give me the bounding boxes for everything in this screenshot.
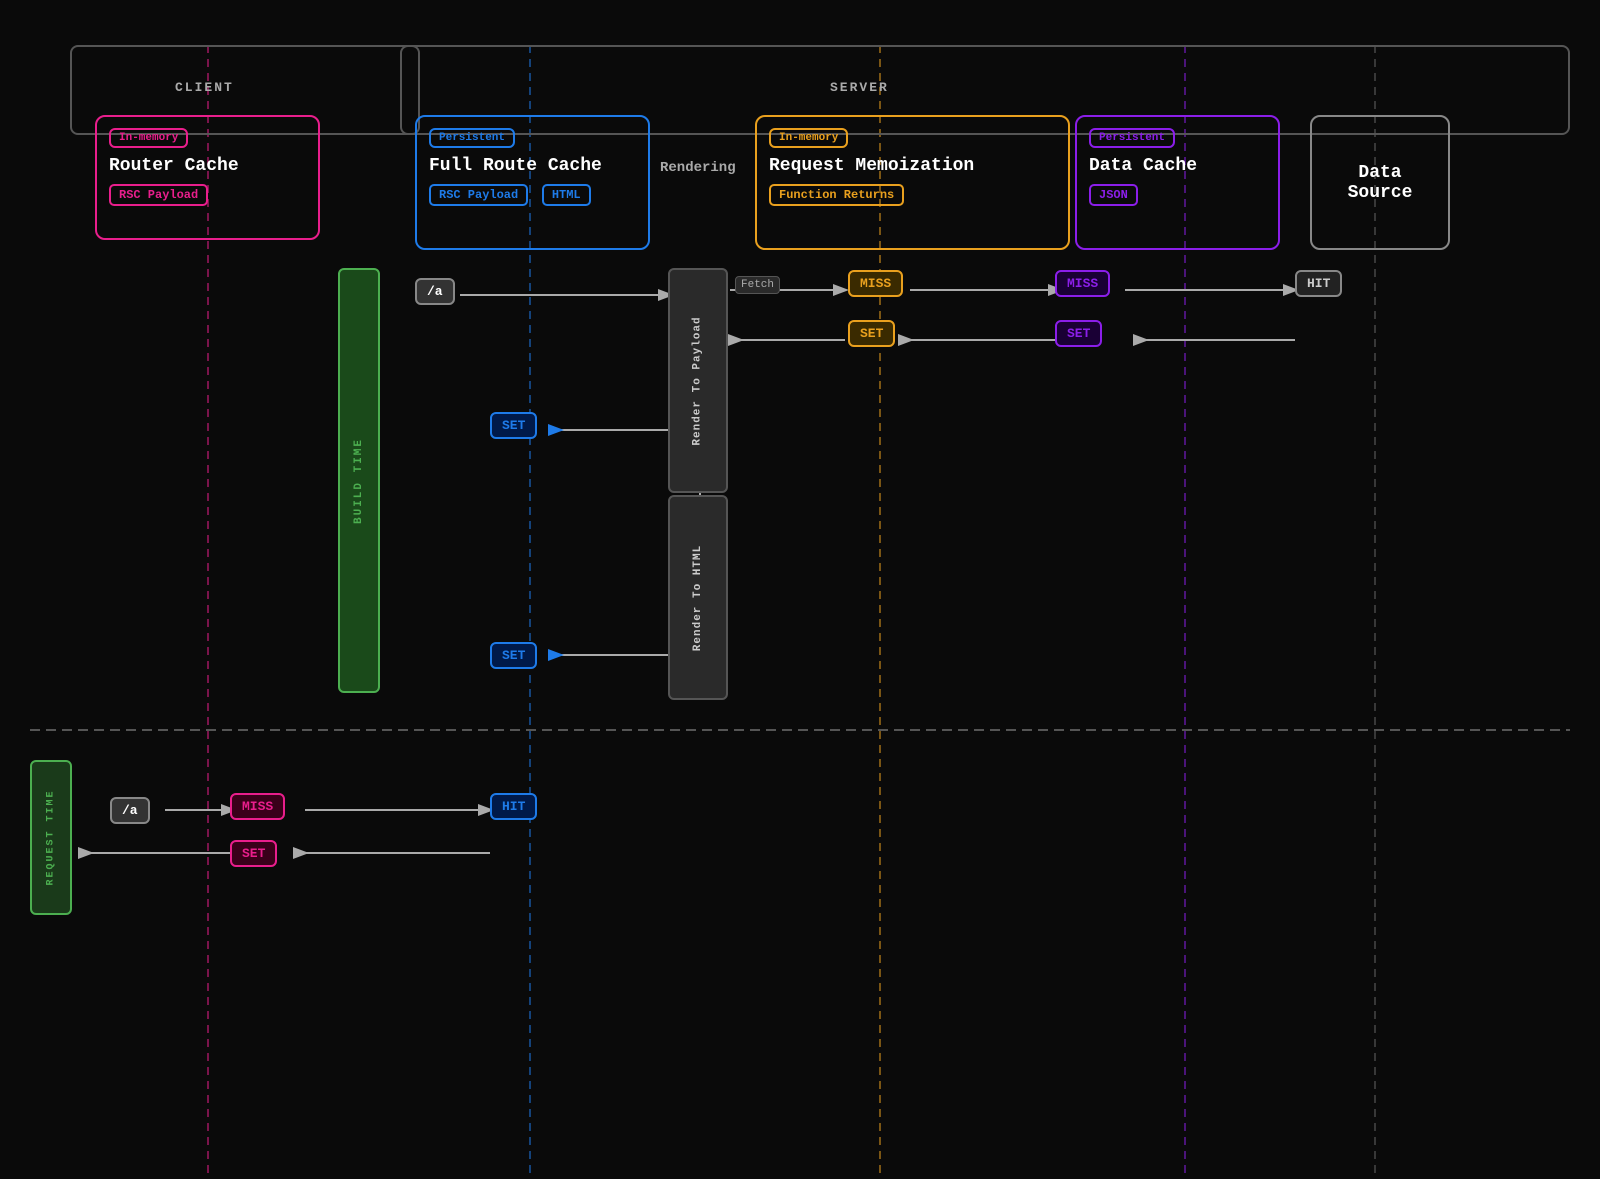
render-to-html-box: Render To HTML <box>668 495 728 700</box>
data-source-box: DataSource <box>1310 115 1450 250</box>
data-cache-box: Persistent Data Cache JSON <box>1075 115 1280 250</box>
request-time-label: REQUEST TIME <box>46 789 57 885</box>
build-time-label: BUILD TIME <box>353 437 365 523</box>
data-cache-title: Data Cache <box>1089 156 1266 176</box>
fetch-label: Fetch <box>735 276 780 294</box>
rsc-payload-badge-router: RSC Payload <box>109 184 208 206</box>
hit-fullroute-node: HIT <box>490 793 537 820</box>
data-source-title: DataSource <box>1348 163 1413 203</box>
full-route-cache-box: Persistent Full Route Cache RSC Payload … <box>415 115 650 250</box>
slash-a-build: /a <box>415 278 455 305</box>
html-badge: HTML <box>542 184 591 206</box>
miss-router-node: MISS <box>230 793 285 820</box>
build-time-bar: BUILD TIME <box>338 268 380 693</box>
miss-data-node: MISS <box>1055 270 1110 297</box>
render-to-payload-label: Render To Payload <box>692 316 704 445</box>
full-route-badge: Persistent <box>429 128 515 148</box>
set-memo-node: SET <box>848 320 895 347</box>
memo-badge: In-memory <box>769 128 848 148</box>
memo-title: Request Memoization <box>769 156 1056 176</box>
json-badge: JSON <box>1089 184 1138 206</box>
full-route-title: Full Route Cache <box>429 156 636 176</box>
request-time-bar: REQUEST TIME <box>30 760 72 915</box>
router-cache-box: In-memory Router Cache RSC Payload <box>95 115 320 240</box>
render-to-payload-box: Render To Payload <box>668 268 728 493</box>
server-label: SERVER <box>830 80 889 95</box>
client-label: CLIENT <box>175 80 234 95</box>
set-fullroute-rsc-node: SET <box>490 412 537 439</box>
router-cache-badge: In-memory <box>109 128 188 148</box>
set-data-node: SET <box>1055 320 1102 347</box>
router-cache-title: Router Cache <box>109 156 306 176</box>
miss-memo-node: MISS <box>848 270 903 297</box>
set-router-node: SET <box>230 840 277 867</box>
rendering-label: Rendering <box>660 160 736 176</box>
hit-source-node: HIT <box>1295 270 1342 297</box>
set-fullroute-html-node: SET <box>490 642 537 669</box>
data-cache-badge: Persistent <box>1089 128 1175 148</box>
rsc-payload-badge: RSC Payload <box>429 184 528 206</box>
function-returns-badge: Function Returns <box>769 184 904 206</box>
slash-a-request: /a <box>110 797 150 824</box>
render-to-html-label: Render To HTML <box>692 544 704 650</box>
request-memo-box: In-memory Request Memoization Function R… <box>755 115 1070 250</box>
diagram: CLIENT SERVER In-memory Router Cache RSC… <box>0 0 1600 1179</box>
